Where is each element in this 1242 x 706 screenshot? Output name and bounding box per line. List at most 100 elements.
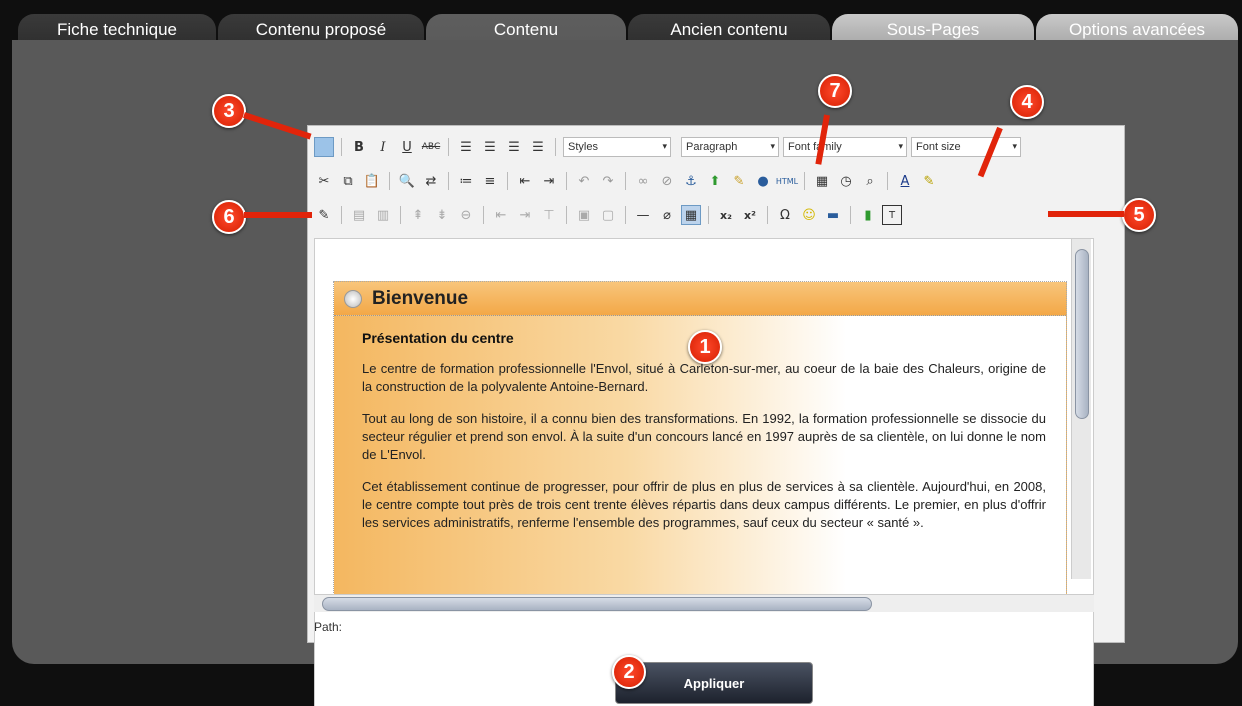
delete-col-icon[interactable]: ⊤ (539, 205, 559, 225)
emoticon-icon[interactable]: ☺ (799, 205, 819, 225)
col-before-icon[interactable]: ⇤ (491, 205, 511, 225)
document-paragraph: Tout au long de son histoire, il a connu… (362, 411, 1046, 462)
font-size-select-label: Font size (916, 141, 961, 153)
font-family-select-label: Font family (788, 141, 842, 153)
template-icon[interactable]: ▦ (812, 171, 832, 191)
remove-format-icon[interactable]: ⌀ (657, 205, 677, 225)
visual-aid-icon[interactable]: ▦ (681, 205, 701, 225)
toolbar-separator (341, 138, 342, 156)
toolbar-separator (850, 206, 851, 224)
toolbar-separator (566, 206, 567, 224)
vertical-scroll-thumb[interactable] (1075, 249, 1089, 419)
find-icon[interactable]: 🔍 (397, 171, 417, 191)
align-right-icon[interactable]: ☰ (504, 137, 524, 157)
bold-button[interactable]: B (349, 137, 369, 157)
callout-badge: 2 (612, 655, 646, 689)
unlink-icon[interactable]: ⊘ (657, 171, 677, 191)
callout-arrow (1048, 211, 1124, 217)
document-icon[interactable]: ▮ (858, 205, 878, 225)
special-char-icon[interactable]: Ω (775, 205, 795, 225)
chevron-down-icon: ▾ (770, 141, 775, 151)
paragraph-select[interactable]: Paragraph ▾ (681, 137, 779, 157)
split-cells-icon[interactable]: ▢ (598, 205, 618, 225)
document-paragraph: Cet établissement continue de progresser… (362, 479, 1046, 530)
toolbar-separator (483, 206, 484, 224)
callout-arrow (244, 212, 312, 218)
paragraph-select-label: Paragraph (686, 141, 738, 153)
toolbar-separator (625, 172, 626, 190)
callout-badge: 3 (212, 94, 246, 128)
cut-icon[interactable]: ✂ (314, 171, 334, 191)
callout-badge: 1 (688, 330, 722, 364)
strikethrough-button[interactable]: ABC (421, 137, 441, 157)
superscript-icon[interactable]: x² (740, 205, 760, 225)
toolbar-row-1: B I U ABC ☰ ☰ ☰ ☰ Styles ▾ Paragraph ▾ Fon… (314, 134, 1021, 160)
replace-icon[interactable]: ⇄ (421, 171, 441, 191)
horizontal-scrollbar[interactable] (314, 594, 1094, 612)
merge-cells-icon[interactable]: ▣ (574, 205, 594, 225)
text-color-icon[interactable]: A (895, 171, 915, 191)
editor-content-area[interactable]: Bienvenue Présentation du centre Le cent… (314, 238, 1094, 706)
undo-icon[interactable]: ↶ (574, 171, 594, 191)
font-family-select[interactable]: Font family ▾ (783, 137, 907, 157)
html-icon[interactable]: HTML (776, 171, 798, 191)
link-icon[interactable]: ∞ (633, 171, 653, 191)
toolbar-separator (887, 172, 888, 190)
chevron-down-icon: ▾ (1012, 141, 1017, 151)
callout-badge: 7 (818, 74, 852, 108)
align-justify-icon[interactable]: ☰ (528, 137, 548, 157)
toolbar-separator (767, 206, 768, 224)
toolbar-separator (400, 206, 401, 224)
col-after-icon[interactable]: ⇥ (515, 205, 535, 225)
insert-image-icon[interactable]: ⬆ (705, 171, 725, 191)
toolbar-separator (804, 172, 805, 190)
media-icon[interactable]: ▬ (823, 205, 843, 225)
font-size-select[interactable]: Font size ▾ (911, 137, 1021, 157)
toolbar-separator (448, 172, 449, 190)
row-before-icon[interactable]: ⇞ (408, 205, 428, 225)
document-paragraph: Le centre de formation professionnelle l… (362, 361, 1046, 394)
edit-icon[interactable]: ✎ (314, 205, 334, 225)
toolbar-separator (389, 172, 390, 190)
outdent-icon[interactable]: ⇤ (515, 171, 535, 191)
chevron-down-icon: ▾ (898, 141, 903, 151)
zoom-icon[interactable]: ⌕ (860, 171, 880, 191)
paste-icon[interactable]: 📋 (362, 171, 382, 191)
subscript-icon[interactable]: x₂ (716, 205, 736, 225)
document-title: Bienvenue (372, 287, 469, 309)
italic-button[interactable]: I (373, 137, 393, 157)
align-left-icon[interactable]: ☰ (456, 137, 476, 157)
underline-button[interactable]: U (397, 137, 417, 157)
bullet-list-icon[interactable]: ≔ (456, 171, 476, 191)
toolbar-row-2: ✂ ⧉ 📋 🔍 ⇄ ≔ ≡ ⇤ ⇥ ↶ ↷ ∞ ⊘ ⚓ ⬆ ✎ ● HTML ▦… (314, 168, 939, 194)
callout-badge: 4 (1010, 85, 1044, 119)
table-props-icon[interactable]: ▥ (373, 205, 393, 225)
anchor-icon[interactable]: ⚓ (681, 171, 701, 191)
copy-icon[interactable]: ⧉ (338, 171, 358, 191)
insert-date-icon[interactable]: ◷ (836, 171, 856, 191)
row-after-icon[interactable]: ⇟ (432, 205, 452, 225)
table-icon[interactable]: ▤ (349, 205, 369, 225)
redo-icon[interactable]: ↷ (598, 171, 618, 191)
document-header: Bienvenue (334, 282, 1066, 316)
horizontal-scroll-thumb[interactable] (322, 597, 872, 611)
indent-icon[interactable]: ⇥ (539, 171, 559, 191)
help-icon[interactable]: ● (753, 171, 773, 191)
highlight-color-icon[interactable]: ✎ (919, 171, 939, 191)
align-center-icon[interactable]: ☰ (480, 137, 500, 157)
callout-badge: 5 (1122, 198, 1156, 232)
vertical-scrollbar[interactable] (1071, 239, 1091, 579)
chevron-down-icon: ▾ (662, 141, 667, 151)
wysiwyg-editor: B I U ABC ☰ ☰ ☰ ☰ Styles ▾ Paragraph ▾ Fon… (307, 125, 1125, 706)
toolbar-separator (507, 172, 508, 190)
styles-select[interactable]: Styles ▾ (563, 137, 671, 157)
horizontal-rule-icon[interactable]: — (633, 205, 653, 225)
text-box-icon[interactable]: T (882, 205, 902, 225)
toolbar-separator (448, 138, 449, 156)
toolbar-separator (341, 206, 342, 224)
delete-row-icon[interactable]: ⊖ (456, 205, 476, 225)
numbered-list-icon[interactable]: ≡ (480, 171, 500, 191)
toolbar-separator (625, 206, 626, 224)
cleanup-icon[interactable]: ✎ (729, 171, 749, 191)
fullscreen-icon[interactable] (314, 137, 334, 157)
